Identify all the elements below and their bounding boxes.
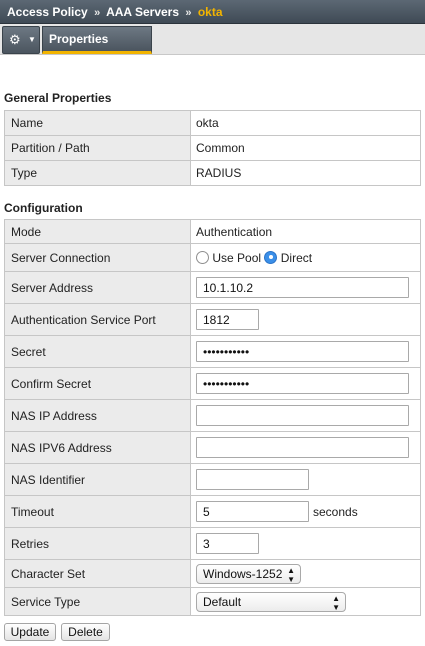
server-address-input[interactable]: [196, 277, 409, 298]
timeout-label: Timeout: [4, 495, 191, 528]
table-row: Service Type Default ▲ ▼: [4, 587, 421, 616]
confirm-secret-input[interactable]: [196, 373, 409, 394]
configuration-title: Configuration: [0, 198, 425, 219]
breadcrumb-aaa-servers[interactable]: AAA Servers: [106, 5, 179, 19]
delete-button[interactable]: Delete: [61, 623, 110, 641]
mode-label: Mode: [4, 219, 191, 244]
table-row: Mode Authentication: [4, 219, 421, 244]
update-button[interactable]: Update: [4, 623, 56, 641]
tab-strip: ⚙ ▼ Properties: [0, 24, 425, 55]
breadcrumb-separator: »: [185, 7, 192, 19]
type-value: RADIUS: [190, 160, 421, 186]
use-pool-radio[interactable]: [196, 250, 209, 264]
partition-label: Partition / Path: [4, 135, 191, 161]
table-row: Server Connection Use Pool Direct: [4, 243, 421, 272]
direct-radio[interactable]: [264, 250, 278, 264]
server-connection-label: Server Connection: [4, 243, 191, 272]
chevron-down-icon: ▼: [28, 35, 36, 44]
table-row: Retries: [4, 527, 421, 560]
nas-identifier-input[interactable]: [196, 469, 309, 490]
retries-label: Retries: [4, 527, 191, 560]
service-type-label: Service Type: [4, 587, 191, 616]
timeout-unit: seconds: [313, 504, 358, 519]
service-type-select[interactable]: Default ▲ ▼: [196, 591, 346, 612]
name-value: okta: [190, 110, 421, 136]
type-label: Type: [4, 160, 191, 186]
table-row: Type RADIUS: [4, 160, 421, 186]
name-label: Name: [4, 110, 191, 136]
gear-icon: ⚙: [9, 32, 21, 47]
secret-input[interactable]: [196, 341, 409, 362]
server-address-label: Server Address: [4, 271, 191, 304]
configuration-table: Mode Authentication Server Connection Us…: [4, 219, 421, 616]
breadcrumb-access-policy[interactable]: Access Policy: [7, 5, 88, 19]
table-row: Character Set Windows-1252 ▲ ▼: [4, 559, 421, 588]
confirm-secret-label: Confirm Secret: [4, 367, 191, 400]
service-type-value: Default: [203, 594, 242, 609]
select-arrows-icon: ▲ ▼: [287, 565, 295, 584]
character-set-label: Character Set: [4, 559, 191, 588]
table-row: Server Address: [4, 271, 421, 304]
breadcrumb-current: okta: [197, 5, 223, 19]
select-arrows-icon: ▲ ▼: [332, 593, 340, 612]
character-set-value: Windows-1252: [203, 566, 283, 581]
direct-label[interactable]: Direct: [281, 251, 312, 265]
retries-input[interactable]: [196, 533, 259, 554]
table-row: Timeout seconds: [4, 495, 421, 528]
general-properties-title: General Properties: [0, 88, 425, 109]
nas-ip-label: NAS IP Address: [4, 399, 191, 432]
auth-port-input[interactable]: [196, 309, 259, 330]
server-connection-options: Use Pool Direct: [190, 243, 421, 272]
table-row: NAS IP Address: [4, 399, 421, 432]
auth-port-label: Authentication Service Port: [4, 303, 191, 336]
use-pool-label[interactable]: Use Pool: [212, 251, 261, 265]
nas-identifier-label: NAS Identifier: [4, 463, 191, 496]
partition-value: Common: [190, 135, 421, 161]
settings-menu-button[interactable]: ⚙ ▼: [2, 26, 40, 54]
table-row: Secret: [4, 335, 421, 368]
breadcrumb: Access Policy » AAA Servers » okta: [0, 0, 425, 24]
table-row: NAS IPV6 Address: [4, 431, 421, 464]
table-row: Authentication Service Port: [4, 303, 421, 336]
table-row: NAS Identifier: [4, 463, 421, 496]
nas-ipv6-label: NAS IPV6 Address: [4, 431, 191, 464]
mode-value: Authentication: [190, 219, 421, 244]
timeout-input[interactable]: [196, 501, 309, 522]
tab-properties[interactable]: Properties: [42, 26, 152, 54]
secret-label: Secret: [4, 335, 191, 368]
nas-ipv6-input[interactable]: [196, 437, 409, 458]
nas-ip-input[interactable]: [196, 405, 409, 426]
table-row: Confirm Secret: [4, 367, 421, 400]
breadcrumb-separator: »: [94, 7, 101, 19]
table-row: Partition / Path Common: [4, 135, 421, 161]
character-set-select[interactable]: Windows-1252 ▲ ▼: [196, 563, 301, 584]
table-row: Name okta: [4, 110, 421, 136]
general-properties-table: Name okta Partition / Path Common Type R…: [4, 110, 421, 186]
